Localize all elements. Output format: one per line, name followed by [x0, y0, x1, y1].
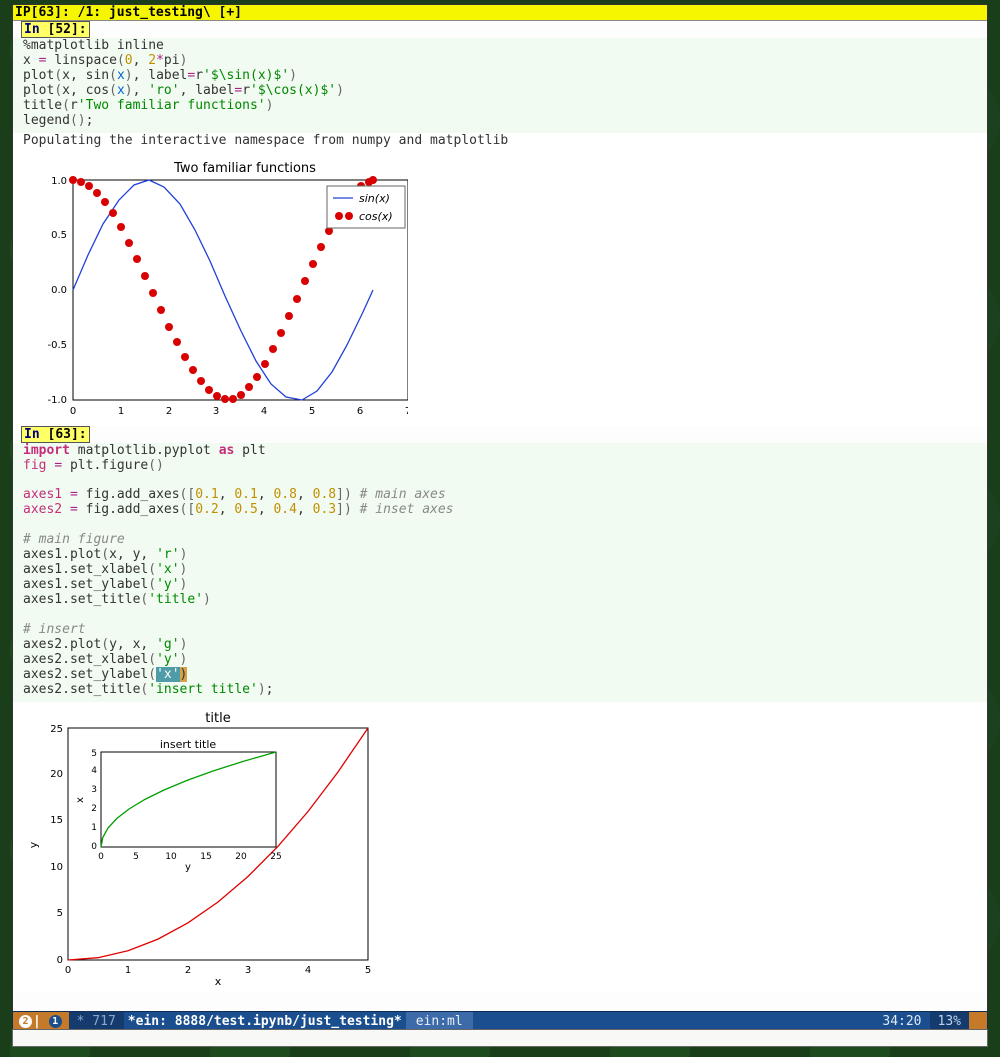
modeline-percent: 13%	[930, 1012, 969, 1030]
plot1-legend: sin(x) cos(x)	[327, 186, 405, 228]
svg-text:0: 0	[91, 842, 97, 852]
cell1-prompt: In [In [52]:52]:	[21, 21, 90, 38]
svg-text:x: x	[75, 797, 86, 803]
tab-prefix: IP[63]:	[15, 5, 70, 20]
cell2-code[interactable]: import matplotlib.pyplot as plt fig = pl…	[13, 443, 987, 702]
cell2-prompt: In [63]:	[21, 426, 90, 443]
plot2-title: title	[205, 711, 230, 726]
minibuffer[interactable]	[12, 1029, 988, 1047]
tab-path: /1: just_testing\	[78, 5, 211, 20]
svg-text:sin(x): sin(x)	[359, 192, 390, 205]
modeline-mode[interactable]: ein:ml	[406, 1012, 473, 1030]
svg-text:4: 4	[261, 406, 267, 417]
svg-text:15: 15	[50, 815, 63, 826]
svg-text:25: 25	[50, 724, 63, 735]
svg-text:0: 0	[65, 965, 71, 976]
svg-text:7: 7	[405, 406, 408, 417]
modeline-buffer-name[interactable]: *ein: 8888/test.ipynb/just_testing*	[124, 1014, 406, 1029]
svg-text:5: 5	[91, 749, 97, 759]
svg-text:4: 4	[91, 766, 97, 776]
svg-text:20: 20	[50, 769, 63, 780]
cell1-plot: Two familiar functions -1.0 -0.5 0.0 0.5…	[13, 150, 987, 426]
svg-text:3: 3	[91, 785, 97, 795]
svg-text:20: 20	[235, 852, 247, 862]
svg-text:1: 1	[125, 965, 131, 976]
svg-text:5: 5	[57, 908, 63, 919]
svg-text:cos(x): cos(x)	[359, 210, 393, 223]
modeline: 2| 1 * 717 *ein: 8888/test.ipynb/just_te…	[12, 1011, 988, 1031]
cell2-plot: title 0 5 10 15 20 25 0 1 2 3 4 5 x y	[13, 702, 987, 993]
plot2-xlabel: x	[215, 975, 222, 985]
modeline-seg-linecount: * 717	[69, 1012, 124, 1030]
svg-text:5: 5	[309, 406, 315, 417]
plot2-svg: title 0 5 10 15 20 25 0 1 2 3 4 5 x y	[23, 710, 383, 985]
svg-text:5: 5	[133, 852, 139, 862]
plot1-xticks: 0 1 2 3 4 5 6 7	[70, 406, 408, 417]
plot1-yticks: -1.0 -0.5 0.0 0.5 1.0	[47, 176, 67, 406]
svg-text:0: 0	[70, 406, 76, 417]
svg-text:10: 10	[165, 852, 177, 862]
svg-text:0: 0	[98, 852, 104, 862]
svg-text:15: 15	[200, 852, 211, 862]
svg-text:5: 5	[365, 965, 371, 976]
plot2-yticks: 0 5 10 15 20 25	[50, 724, 63, 966]
plot2-inset: insert title 0 1 2 3 4 5 0 5 10 15 20	[75, 738, 282, 873]
cell1-output-text: Populating the interactive namespace fro…	[13, 133, 987, 150]
svg-text:y: y	[185, 862, 191, 873]
plot1-title: Two familiar functions	[173, 161, 316, 176]
svg-text:1.0: 1.0	[51, 176, 67, 187]
svg-text:0: 0	[57, 955, 63, 966]
plot2-ylabel: y	[27, 841, 40, 848]
modeline-end-cap	[969, 1012, 987, 1030]
svg-text:-1.0: -1.0	[47, 395, 67, 406]
svg-text:2: 2	[166, 406, 172, 417]
tab-suffix: [+]	[219, 5, 242, 20]
svg-text:1: 1	[118, 406, 124, 417]
svg-text:6: 6	[357, 406, 363, 417]
cell1-code[interactable]: %matplotlib inline x = linspace(0, 2*pi)…	[13, 38, 987, 133]
svg-text:10: 10	[50, 862, 63, 873]
svg-text:3: 3	[245, 965, 251, 976]
svg-text:insert title: insert title	[160, 738, 217, 751]
tab-line[interactable]: IP[63]: /1: just_testing\ [+]	[13, 5, 987, 21]
svg-text:2: 2	[185, 965, 191, 976]
svg-text:-0.5: -0.5	[47, 340, 67, 351]
svg-text:0.0: 0.0	[51, 285, 67, 296]
svg-text:2: 2	[91, 804, 97, 814]
svg-text:1: 1	[91, 823, 97, 833]
modeline-seg-workspace[interactable]: 2| 1	[13, 1012, 69, 1030]
svg-text:4: 4	[305, 965, 311, 976]
svg-text:3: 3	[213, 406, 219, 417]
svg-text:25: 25	[270, 852, 281, 862]
svg-text:0.5: 0.5	[51, 230, 67, 241]
modeline-position: 34:20	[874, 1014, 929, 1029]
plot1-svg: Two familiar functions -1.0 -0.5 0.0 0.5…	[23, 158, 408, 418]
editor-window: IP[63]: /1: just_testing\ [+] In [In [52…	[12, 4, 988, 1015]
